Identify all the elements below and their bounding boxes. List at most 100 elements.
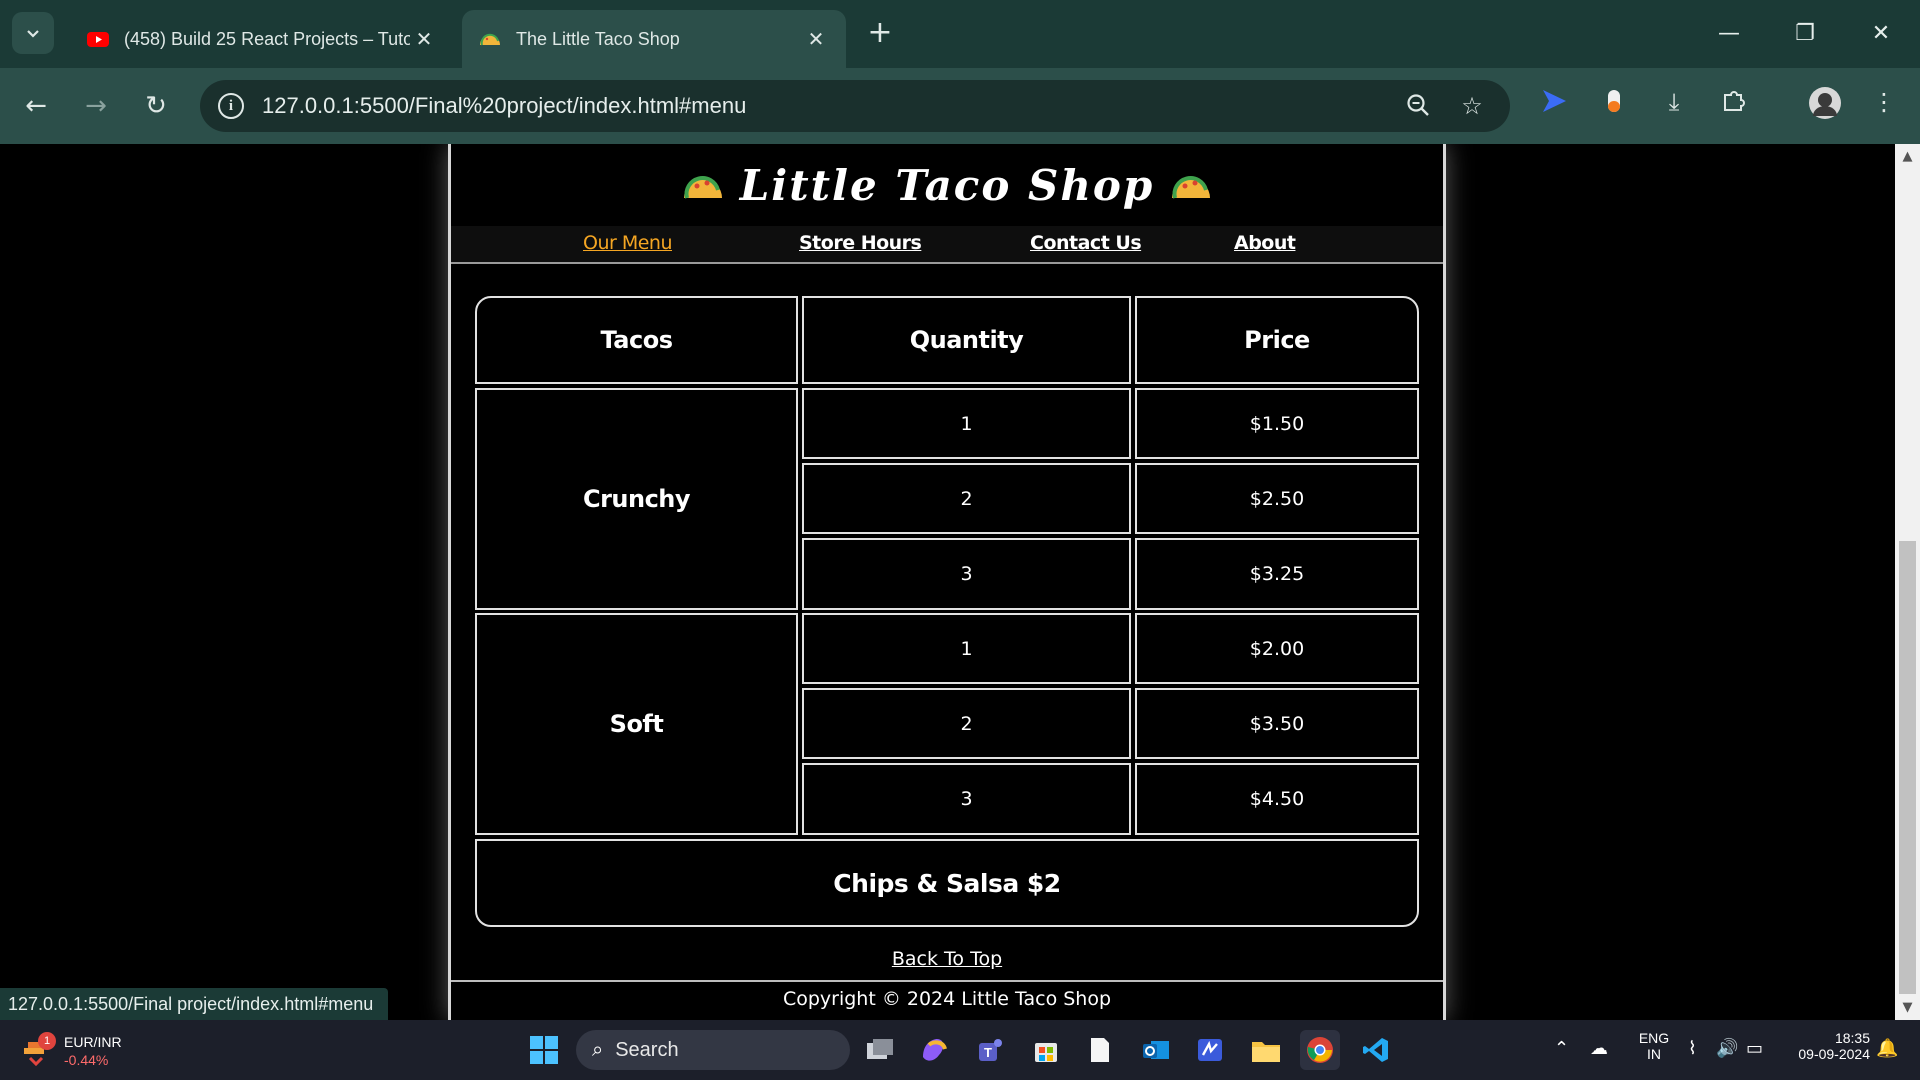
svg-text:T: T: [984, 1045, 992, 1060]
menu-kebab-icon[interactable]: ⋮: [1868, 86, 1900, 118]
taco-icon: [480, 33, 500, 46]
download-icon[interactable]: ⤓: [1658, 86, 1690, 118]
copilot-icon[interactable]: [914, 1030, 954, 1070]
copyright-text: Copyright © 2024 Little Taco Shop: [782, 988, 1112, 1010]
clock-date: 09-09-2024: [1798, 1046, 1870, 1062]
file-explorer-icon[interactable]: [1246, 1030, 1286, 1070]
table-cell-price: $3.25: [1135, 538, 1419, 610]
scroll-up-icon[interactable]: ▲: [1899, 148, 1916, 165]
close-tab-icon[interactable]: ✕: [802, 27, 830, 52]
forward-button[interactable]: →: [76, 86, 116, 126]
back-to-top: Back To Top: [451, 948, 1443, 970]
table-cell-price: $2.50: [1135, 463, 1419, 534]
youtube-icon: [87, 32, 109, 47]
table-cell-price: $1.50: [1135, 388, 1419, 459]
site-nav: Our Menu Store Hours Contact Us About: [451, 226, 1443, 264]
nav-link-store-hours[interactable]: Store Hours: [799, 232, 922, 254]
extension-capsule-icon[interactable]: [1598, 86, 1630, 118]
table-cell-price: $2.00: [1135, 613, 1419, 684]
table-cell-price: $4.50: [1135, 763, 1419, 835]
back-button[interactable]: ←: [16, 86, 56, 126]
site-container: Little Taco Shop Our Menu Store Hours Co…: [448, 144, 1446, 1020]
tab-title: (458) Build 25 React Projects – Tutorial: [124, 28, 410, 49]
whiteboard-icon[interactable]: [1190, 1030, 1230, 1070]
notification-bell-icon[interactable]: 🔔: [1876, 1038, 1898, 1059]
clock-time: 18:35: [1834, 1030, 1870, 1046]
start-button[interactable]: [524, 1030, 564, 1070]
status-bubble: 127.0.0.1:5500/Final project/index.html#…: [0, 988, 388, 1020]
browser-tab-bar: (458) Build 25 React Projects – Tutorial…: [0, 0, 1920, 68]
close-tab-icon[interactable]: ✕: [410, 27, 438, 52]
table-cell-quantity: 1: [802, 613, 1131, 684]
site-title: Little Taco Shop: [739, 160, 1155, 210]
clock[interactable]: 18:35 09-09-2024: [1780, 1030, 1870, 1062]
tab-title: The Little Taco Shop: [516, 28, 680, 49]
store-icon[interactable]: [1026, 1030, 1066, 1070]
zoom-icon[interactable]: [1404, 92, 1432, 120]
profile-avatar-icon[interactable]: [1808, 86, 1841, 119]
chrome-icon[interactable]: [1300, 1030, 1340, 1070]
notepad-icon[interactable]: [1080, 1030, 1120, 1070]
extensions-puzzle-icon[interactable]: [1718, 86, 1750, 118]
table-cell-quantity: 3: [802, 763, 1131, 835]
extension-arrow-icon[interactable]: [1538, 86, 1570, 118]
language-indicator[interactable]: ENG IN: [1634, 1030, 1674, 1062]
teams-icon[interactable]: T: [970, 1030, 1010, 1070]
onedrive-icon[interactable]: ☁: [1590, 1038, 1608, 1059]
new-tab-button[interactable]: +: [862, 14, 898, 52]
back-to-top-link[interactable]: Back To Top: [892, 948, 1002, 970]
table-cell-quantity: 2: [802, 688, 1131, 759]
widget-title: EUR/INR: [64, 1034, 122, 1050]
table-cell-quantity: 1: [802, 388, 1131, 459]
taskbar-search[interactable]: ⌕ Search: [576, 1030, 850, 1070]
group-soft: Soft: [475, 613, 798, 835]
table-cell-price: $3.50: [1135, 688, 1419, 759]
site-footer: Copyright © 2024 Little Taco Shop: [451, 980, 1443, 1020]
widget-value: -0.44%: [64, 1052, 109, 1068]
table-cell-quantity: 3: [802, 538, 1131, 610]
site-info-icon[interactable]: i: [218, 93, 244, 119]
taco-icon: [1172, 176, 1211, 199]
tab-taco-shop[interactable]: The Little Taco Shop ✕: [462, 10, 846, 68]
reload-button[interactable]: ↻: [136, 86, 176, 126]
windows-icon: [530, 1036, 558, 1064]
battery-icon[interactable]: ▭: [1746, 1038, 1763, 1059]
scroll-down-icon[interactable]: ▼: [1899, 999, 1916, 1016]
menu-footer-chips: Chips & Salsa $2: [475, 839, 1419, 927]
group-crunchy: Crunchy: [475, 388, 798, 610]
vertical-scrollbar[interactable]: ▲ ▼: [1895, 144, 1920, 1020]
browser-toolbar: ← → ↻ i 127.0.0.1:5500/Final%20project/i…: [0, 68, 1920, 144]
search-placeholder: Search: [615, 1038, 679, 1061]
minimize-button[interactable]: —: [1700, 12, 1758, 56]
language-bottom: IN: [1647, 1046, 1661, 1062]
site-header: Little Taco Shop: [451, 144, 1443, 226]
header-price: Price: [1135, 296, 1419, 384]
address-bar[interactable]: i 127.0.0.1:5500/Final%20project/index.h…: [200, 80, 1510, 132]
language-top: ENG: [1638, 1030, 1670, 1046]
restore-button[interactable]: ❐: [1776, 12, 1834, 56]
outlook-icon[interactable]: [1136, 1030, 1176, 1070]
nav-link-our-menu[interactable]: Our Menu: [583, 232, 673, 254]
bookmark-star-icon[interactable]: ☆: [1458, 92, 1486, 120]
tab-youtube[interactable]: (458) Build 25 React Projects – Tutorial…: [70, 10, 454, 68]
close-window-button[interactable]: ✕: [1852, 12, 1910, 56]
page-viewport: Little Taco Shop Our Menu Store Hours Co…: [0, 144, 1895, 1020]
header-quantity: Quantity: [802, 296, 1131, 384]
scroll-thumb[interactable]: [1899, 541, 1916, 994]
taskbar: 1 EUR/INR -0.44% ⌕ Search T ⌃ ☁ ENG IN ⌇…: [0, 1020, 1920, 1080]
task-view-icon[interactable]: [860, 1030, 900, 1070]
tab-search-button[interactable]: [12, 12, 54, 54]
search-icon: ⌕: [592, 1038, 604, 1061]
url-text[interactable]: 127.0.0.1:5500/Final%20project/index.htm…: [262, 93, 746, 119]
wifi-icon[interactable]: ⌇: [1688, 1038, 1697, 1059]
chevron-down-icon: [27, 30, 39, 38]
table-cell-quantity: 2: [802, 463, 1131, 534]
nav-link-contact-us[interactable]: Contact Us: [1030, 232, 1142, 254]
header-tacos: Tacos: [475, 296, 798, 384]
notification-badge: 1: [38, 1032, 56, 1050]
nav-link-about[interactable]: About: [1234, 232, 1296, 254]
show-hidden-icons-icon[interactable]: ⌃: [1554, 1038, 1569, 1059]
volume-icon[interactable]: 🔊: [1716, 1038, 1738, 1059]
widgets-button[interactable]: 1 EUR/INR -0.44%: [22, 1032, 132, 1072]
vscode-icon[interactable]: [1356, 1030, 1396, 1070]
